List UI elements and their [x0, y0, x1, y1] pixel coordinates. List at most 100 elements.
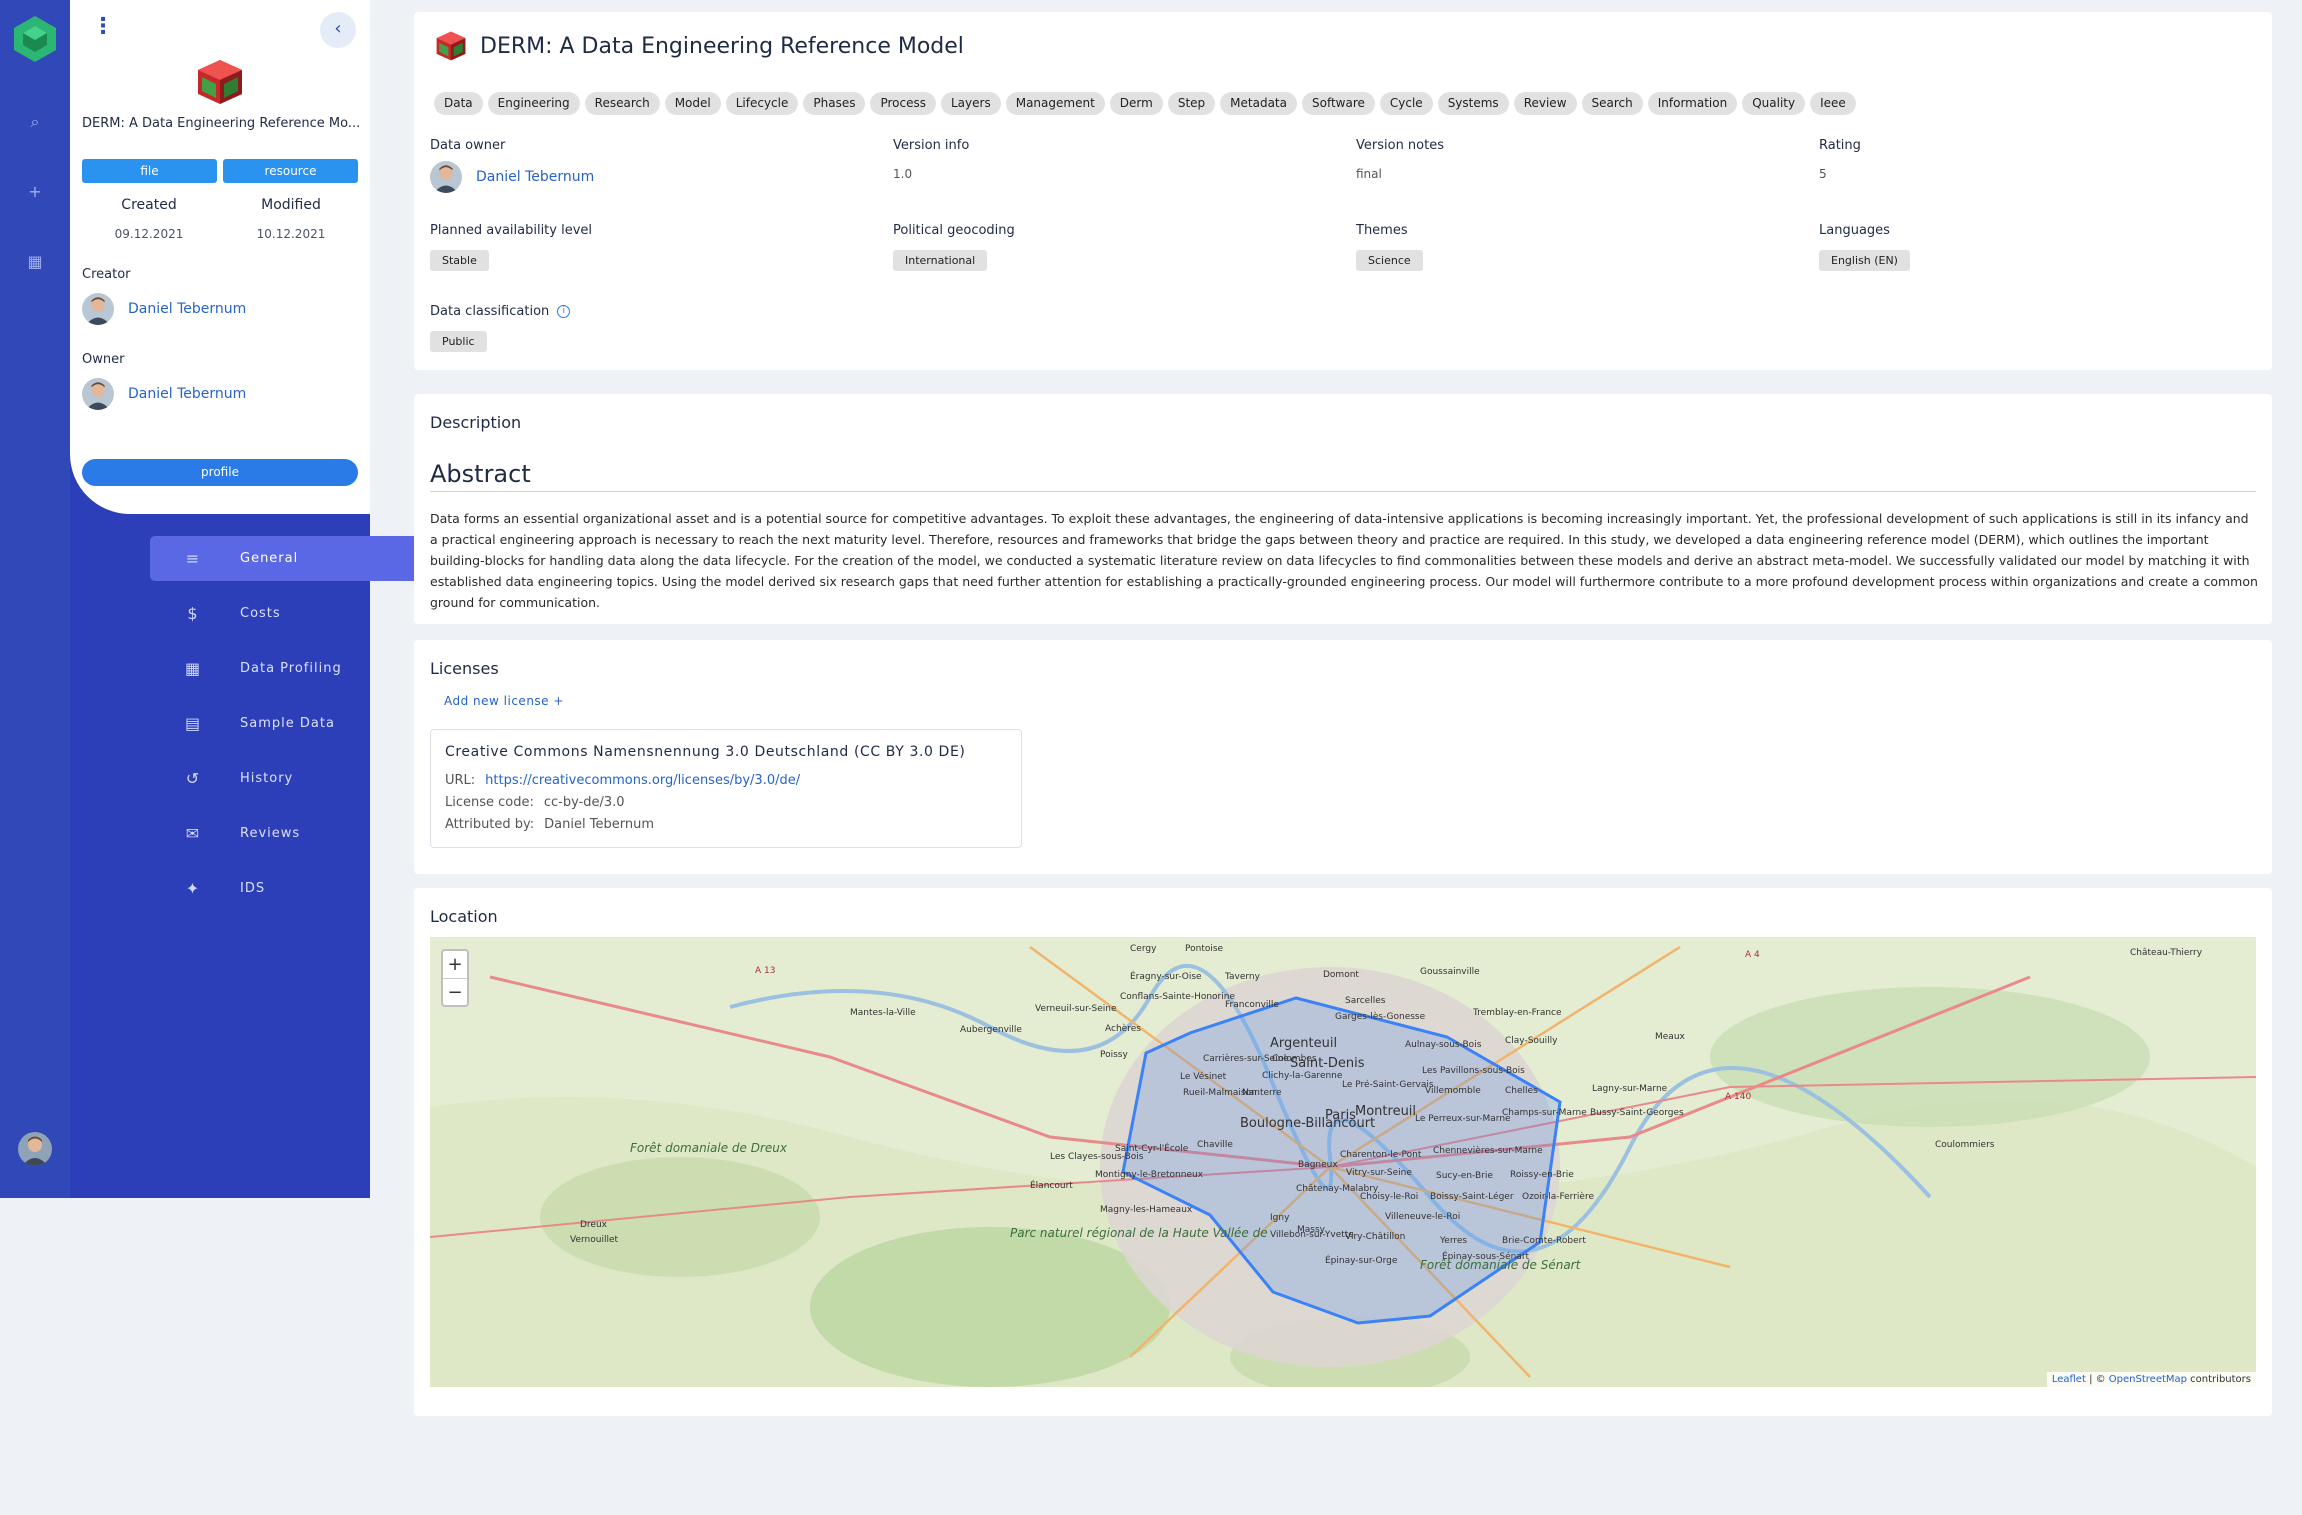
- map-place-label: Roissy-en-Brie: [1510, 1170, 1574, 1180]
- map-place-label: Bagneux: [1298, 1160, 1338, 1170]
- attribution-contributors: contributors: [2187, 1374, 2251, 1385]
- data-owner-label: Data owner: [430, 138, 506, 153]
- license-code-row: License code: cc-by-de/3.0: [445, 795, 625, 810]
- map-place-label: Élancourt: [1030, 1179, 1073, 1191]
- geocoding-field: Political geocoding International: [893, 223, 1333, 271]
- keyword-tag: Phases: [803, 92, 866, 115]
- map-place-label: Pontoise: [1185, 944, 1224, 954]
- map-place-label: Ozoir-la-Ferrière: [1522, 1191, 1594, 1202]
- nav-item-sample-data[interactable]: ▤ Sample Data: [150, 701, 430, 746]
- resource-button[interactable]: resource: [223, 159, 358, 183]
- map-attribution: Leaflet | © OpenStreetMap contributors: [2046, 1372, 2256, 1387]
- map-place-label: Éragny-sur-Oise: [1130, 970, 1202, 982]
- map-view[interactable]: Cergy Pontoise Taverny Domont Goussainville S…: [430, 937, 2256, 1387]
- map-place-label: Tremblay-en-France: [1472, 1008, 1562, 1018]
- icon-rail: ⌕ + ▦: [0, 0, 70, 1198]
- nav-label: IDS: [240, 881, 266, 896]
- info-icon[interactable]: i: [557, 305, 571, 318]
- keyword-tag: Systems: [1437, 92, 1509, 115]
- map-place-label: Charenton-le-Pont: [1340, 1150, 1422, 1160]
- map-place-label: Le Perreux-sur-Marne: [1415, 1114, 1511, 1124]
- data-owner-name[interactable]: Daniel Tebernum: [476, 169, 594, 185]
- nav-item-general[interactable]: ≡ General: [150, 536, 430, 581]
- ids-icon: ✦: [185, 879, 201, 898]
- version-info-value: 1.0: [893, 167, 913, 181]
- themes-field: Themes Science: [1356, 223, 1796, 271]
- themes-label: Themes: [1356, 223, 1408, 238]
- license-attributed-row: Attributed by: Daniel Tebernum: [445, 817, 654, 832]
- owner-person[interactable]: Daniel Tebernum: [82, 378, 246, 410]
- zoom-in-button[interactable]: +: [443, 951, 467, 978]
- map-place-label: Villemomble: [1425, 1086, 1481, 1096]
- keyword-tag: Data: [434, 92, 483, 115]
- data-owner-field: Data owner Daniel Tebernum: [430, 138, 870, 193]
- map-place-label: Forêt domaniale de Dreux: [630, 1141, 788, 1155]
- general-icon: ≡: [185, 549, 201, 568]
- created-label: Created: [121, 197, 177, 213]
- abstract-divider: [430, 491, 2256, 492]
- modified-date: 10.12.2021: [256, 227, 326, 241]
- nav-item-data-profiling[interactable]: ▦ Data Profiling: [150, 646, 430, 691]
- rating-field: Rating 5: [1819, 138, 2259, 181]
- license-title: Creative Commons Namensnennung 3.0 Deuts…: [445, 744, 966, 760]
- nav-item-costs[interactable]: $ Costs: [150, 591, 430, 636]
- more-options-icon[interactable]: ⋮: [92, 16, 114, 38]
- add-license-link[interactable]: Add new license +: [444, 694, 564, 708]
- map-place-label: Forêt domaniale de Sénart: [1420, 1258, 1582, 1272]
- keyword-tag: Model: [664, 92, 721, 115]
- nav-item-history[interactable]: ↺ History: [150, 756, 430, 801]
- keyword-tag: Search: [1581, 92, 1643, 115]
- user-avatar[interactable]: [18, 1132, 52, 1166]
- version-notes-label: Version notes: [1356, 138, 1444, 153]
- page-title: DERM: A Data Engineering Reference Model: [434, 30, 964, 62]
- classification-chip: Public: [430, 331, 487, 352]
- languages-label: Languages: [1819, 223, 1890, 238]
- nav-item-ids[interactable]: ✦ IDS: [150, 866, 430, 911]
- keyword-tag: Step: [1167, 92, 1216, 115]
- resource-title: DERM: A Data Engineering Reference Mo...: [82, 116, 361, 131]
- profile-button[interactable]: profile: [82, 459, 358, 486]
- file-button[interactable]: file: [82, 159, 217, 183]
- data-owner-person[interactable]: Daniel Tebernum: [430, 161, 870, 193]
- creator-label: Creator: [82, 267, 131, 282]
- keyword-tag: Metadata: [1220, 92, 1297, 115]
- collapse-sidebar-button[interactable]: ‹: [320, 12, 356, 48]
- map-place-label: Villeneuve-le-Roi: [1385, 1212, 1460, 1222]
- map-place-label: Clichy-la-Garenne: [1262, 1071, 1343, 1081]
- description-card: Description Abstract Data forms an essen…: [414, 394, 2272, 624]
- license-url-row: URL: https://creativecommons.org/licenses…: [445, 773, 800, 788]
- map-place-label: Vitry-sur-Seine: [1346, 1168, 1412, 1178]
- map-place-label: Taverny: [1224, 972, 1261, 982]
- osm-link[interactable]: OpenStreetMap: [2109, 1374, 2187, 1385]
- license-url-link[interactable]: https://creativecommons.org/licenses/by/…: [485, 773, 800, 788]
- availability-chip: Stable: [430, 250, 489, 271]
- map-place-label: A 4: [1745, 950, 1760, 960]
- classification-field: Data classification i Public: [430, 304, 870, 352]
- keyword-tag: Derm: [1109, 92, 1163, 115]
- zoom-out-button[interactable]: −: [443, 978, 467, 1005]
- map-place-label: Conflans-Sainte-Honorine: [1120, 992, 1235, 1002]
- license-attributed-value: Daniel Tebernum: [544, 817, 654, 832]
- rating-value: 5: [1819, 167, 1827, 181]
- nav-item-reviews[interactable]: ✉ Reviews: [150, 811, 430, 856]
- abstract-heading: Abstract: [430, 460, 531, 488]
- map-place-label: Goussainville: [1420, 967, 1480, 977]
- app-logo-icon[interactable]: [12, 14, 58, 64]
- dollar-icon: $: [187, 604, 199, 623]
- plus-icon[interactable]: +: [0, 182, 70, 201]
- dashboard-icon[interactable]: ▦: [0, 252, 70, 271]
- geocoding-chip: International: [893, 250, 988, 271]
- leaflet-link[interactable]: Leaflet: [2052, 1374, 2086, 1385]
- map-place-label: Saint-Cyr-l'École: [1115, 1142, 1189, 1154]
- creator-person[interactable]: Daniel Tebernum: [82, 293, 246, 325]
- keyword-tag: Process: [870, 92, 936, 115]
- description-heading: Description: [430, 413, 522, 432]
- location-heading: Location: [430, 907, 498, 926]
- nav-list: ≡ General $ Costs ▦ Data Profiling ▤ Sample Dat…: [150, 536, 430, 921]
- search-icon[interactable]: ⌕: [0, 112, 70, 132]
- owner-name[interactable]: Daniel Tebernum: [128, 386, 246, 402]
- map-place-label: Coulommiers: [1935, 1140, 1995, 1150]
- creator-name[interactable]: Daniel Tebernum: [128, 301, 246, 317]
- map-place-label: A 13: [755, 966, 775, 976]
- keyword-tag: Software: [1301, 92, 1375, 115]
